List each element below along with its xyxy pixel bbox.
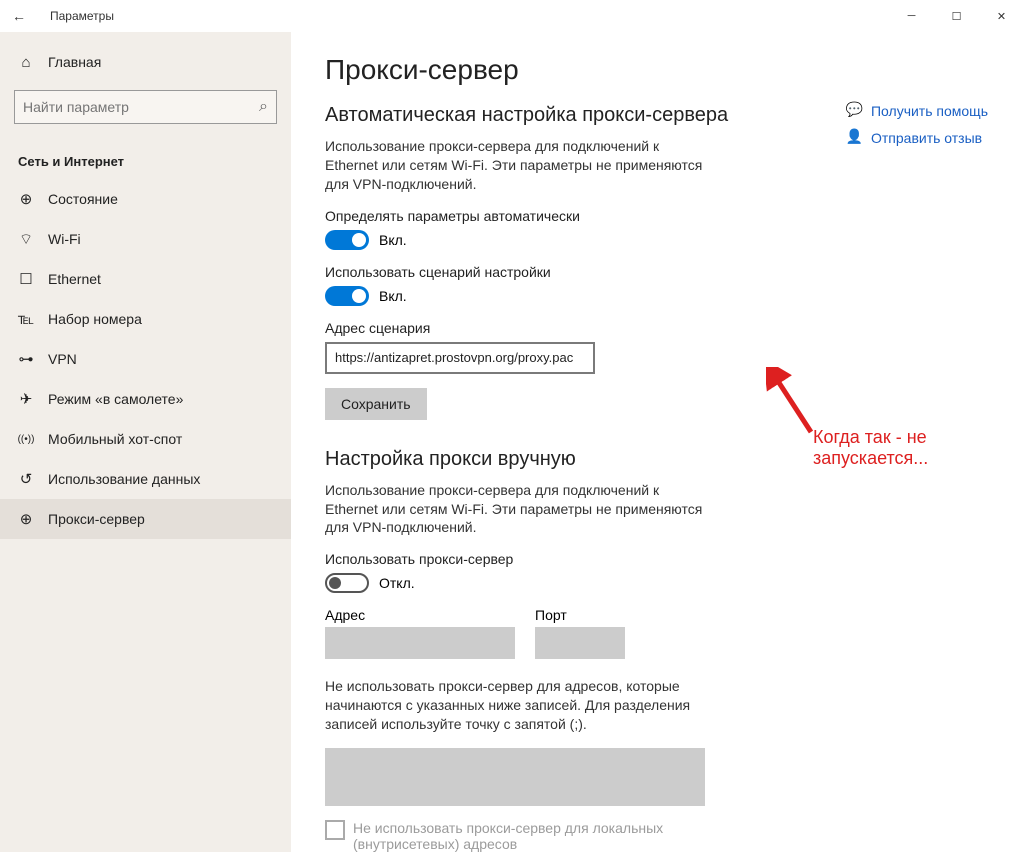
use-proxy-state: Откл. bbox=[379, 575, 415, 591]
use-script-label: Использовать сценарий настройки bbox=[325, 264, 805, 280]
sidebar-item-label: Мобильный хот-спот bbox=[48, 431, 182, 447]
auto-proxy-heading: Автоматическая настройка прокси-сервера bbox=[325, 104, 805, 127]
auto-proxy-desc: Использование прокси-сервера для подключ… bbox=[325, 137, 715, 194]
sidebar-section-header: Сеть и Интернет bbox=[0, 140, 291, 179]
feedback-link[interactable]: 👤 Отправить отзыв bbox=[846, 129, 988, 146]
status-icon: ⊕ bbox=[18, 190, 34, 208]
use-proxy-toggle[interactable] bbox=[325, 573, 369, 593]
use-proxy-label: Использовать прокси-сервер bbox=[325, 551, 805, 567]
manual-proxy-heading: Настройка прокси вручную bbox=[325, 448, 805, 471]
port-input bbox=[535, 627, 625, 659]
maximize-button[interactable]: ☐ bbox=[934, 0, 979, 32]
sidebar-item-label: VPN bbox=[48, 351, 77, 367]
use-script-state: Вкл. bbox=[379, 288, 407, 304]
get-help-link[interactable]: 💬 Получить помощь bbox=[846, 102, 988, 119]
sidebar-item-label: Использование данных bbox=[48, 471, 200, 487]
minimize-button[interactable]: ─ bbox=[889, 0, 934, 32]
help-icon: 💬 bbox=[846, 102, 863, 119]
sidebar-item-vpn[interactable]: ⊶ VPN bbox=[0, 339, 291, 379]
proxy-icon: ⊕ bbox=[18, 510, 34, 528]
sidebar-item-label: Прокси-сервер bbox=[48, 511, 145, 527]
get-help-label: Получить помощь bbox=[871, 103, 988, 119]
bypass-desc: Не использовать прокси-сервер для адресо… bbox=[325, 677, 715, 734]
auto-detect-toggle[interactable] bbox=[325, 230, 369, 250]
feedback-label: Отправить отзыв bbox=[871, 130, 982, 146]
port-label: Порт bbox=[535, 607, 625, 623]
sidebar-item-datausage[interactable]: ↺ Использование данных bbox=[0, 459, 291, 499]
local-bypass-checkbox bbox=[325, 820, 345, 840]
sidebar-item-ethernet[interactable]: ☐ Ethernet bbox=[0, 259, 291, 299]
help-links: 💬 Получить помощь 👤 Отправить отзыв bbox=[846, 102, 988, 156]
script-address-label: Адрес сценария bbox=[325, 320, 805, 336]
annotation-text: Когда так - не запускается... bbox=[813, 427, 1024, 469]
main-content: Прокси-сервер Автоматическая настройка п… bbox=[291, 32, 1024, 852]
sidebar-item-label: Состояние bbox=[48, 191, 118, 207]
sidebar-item-label: Набор номера bbox=[48, 311, 142, 327]
sidebar-item-wifi[interactable]: ⌔ Wi-Fi bbox=[0, 219, 291, 259]
sidebar-item-hotspot[interactable]: ((•)) Мобильный хот-спот bbox=[0, 419, 291, 459]
home-icon: ⌂ bbox=[18, 54, 34, 71]
sidebar-item-proxy[interactable]: ⊕ Прокси-сервер bbox=[0, 499, 291, 539]
sidebar-item-label: Режим «в самолете» bbox=[48, 391, 183, 407]
sidebar-item-status[interactable]: ⊕ Состояние bbox=[0, 179, 291, 219]
script-address-input[interactable] bbox=[325, 342, 595, 374]
local-bypass-row: Не использовать прокси-сервер для локаль… bbox=[325, 820, 725, 852]
window-title: Параметры bbox=[50, 9, 114, 23]
feedback-icon: 👤 bbox=[846, 129, 863, 146]
vpn-icon: ⊶ bbox=[18, 350, 34, 368]
sidebar-item-label: Ethernet bbox=[48, 271, 101, 287]
search-box[interactable]: ⌕ bbox=[14, 90, 277, 124]
back-button[interactable]: ← bbox=[12, 8, 40, 24]
search-input[interactable] bbox=[23, 99, 259, 115]
sidebar-home[interactable]: ⌂ Главная bbox=[0, 42, 291, 82]
manual-proxy-desc: Использование прокси-сервера для подключ… bbox=[325, 481, 715, 538]
bypass-input bbox=[325, 748, 705, 806]
sidebar-item-dialup[interactable]: ℡ Набор номера bbox=[0, 299, 291, 339]
dialup-icon: ℡ bbox=[18, 310, 34, 328]
hotspot-icon: ((•)) bbox=[18, 434, 34, 445]
airplane-icon: ✈ bbox=[18, 390, 34, 408]
auto-detect-state: Вкл. bbox=[379, 232, 407, 248]
address-label: Адрес bbox=[325, 607, 515, 623]
sidebar: ⌂ Главная ⌕ Сеть и Интернет ⊕ Состояние … bbox=[0, 32, 291, 852]
close-button[interactable]: ✕ bbox=[979, 0, 1024, 32]
save-button[interactable]: Сохранить bbox=[325, 388, 427, 420]
ethernet-icon: ☐ bbox=[18, 270, 34, 288]
search-icon: ⌕ bbox=[259, 98, 268, 116]
sidebar-item-airplane[interactable]: ✈ Режим «в самолете» bbox=[0, 379, 291, 419]
address-input bbox=[325, 627, 515, 659]
local-bypass-label: Не использовать прокси-сервер для локаль… bbox=[353, 820, 725, 852]
sidebar-item-label: Wi-Fi bbox=[48, 231, 81, 247]
use-script-toggle[interactable] bbox=[325, 286, 369, 306]
wifi-icon: ⌔ bbox=[18, 230, 34, 249]
data-usage-icon: ↺ bbox=[18, 470, 34, 488]
sidebar-home-label: Главная bbox=[48, 54, 101, 70]
window-titlebar: ← Параметры ─ ☐ ✕ bbox=[0, 0, 1024, 32]
auto-detect-label: Определять параметры автоматически bbox=[325, 208, 805, 224]
page-title: Прокси-сервер bbox=[325, 54, 805, 86]
